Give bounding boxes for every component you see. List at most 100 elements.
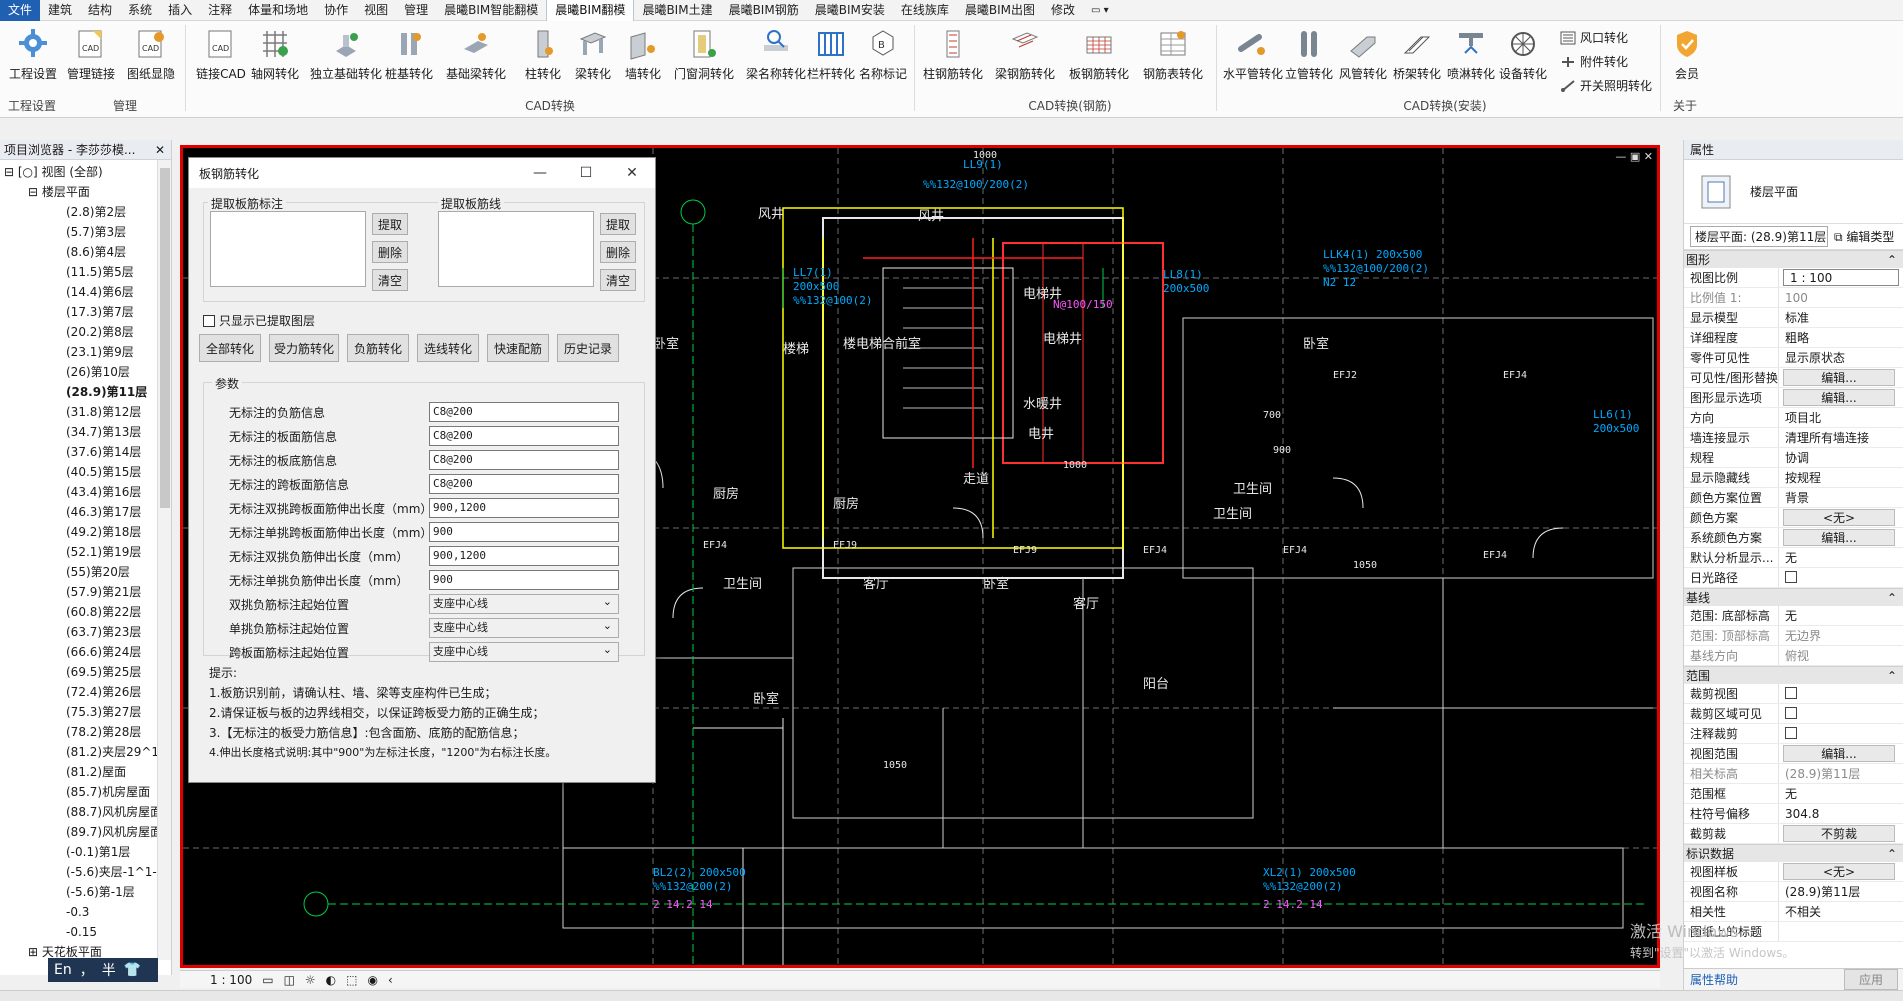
- menu-massing[interactable]: 体量和场地: [240, 0, 316, 21]
- browser-scrollbar[interactable]: [157, 160, 171, 960]
- property-value[interactable]: [1779, 568, 1903, 587]
- history-button[interactable]: 历史记录: [557, 334, 619, 362]
- tree-item-floor[interactable]: (57.9)第21层: [0, 582, 171, 602]
- tree-item-floor[interactable]: -0.3: [0, 902, 171, 922]
- beam-rebar-button[interactable]: 梁钢筋转化: [990, 27, 1060, 82]
- project-settings-button[interactable]: 工程设置: [2, 27, 64, 82]
- param-input[interactable]: 900: [429, 570, 619, 590]
- property-value[interactable]: 编辑...: [1783, 369, 1895, 386]
- isolated-foundation-button[interactable]: 独立基础转化: [306, 27, 386, 82]
- scale-value[interactable]: 1 : 100: [210, 973, 252, 987]
- property-value[interactable]: 编辑...: [1783, 745, 1895, 762]
- param-input[interactable]: 900: [429, 522, 619, 542]
- menu-bim-rebar[interactable]: 晨曦BIM钢筋: [721, 0, 807, 21]
- rebar-table-button[interactable]: 钢筋表转化: [1138, 27, 1208, 82]
- property-value[interactable]: <无>: [1783, 509, 1895, 526]
- tree-item-floor[interactable]: (5.7)第3层: [0, 222, 171, 242]
- visual-style-icon[interactable]: ◫: [284, 973, 295, 987]
- crop-icon[interactable]: ⬚: [346, 973, 357, 987]
- tree-item-floor[interactable]: (8.6)第4层: [0, 242, 171, 262]
- maximize-icon[interactable]: ☐: [563, 165, 609, 181]
- tree-item-floor[interactable]: (14.4)第6层: [0, 282, 171, 302]
- tree-item-floor[interactable]: (43.4)第16层: [0, 482, 171, 502]
- cad-toggle-button[interactable]: CAD 图纸显隐: [120, 27, 182, 82]
- property-checkbox[interactable]: [1785, 707, 1797, 719]
- property-checkbox[interactable]: [1785, 571, 1797, 583]
- tree-item-floor[interactable]: (2.8)第2层: [0, 202, 171, 222]
- menu-smart-modeling[interactable]: 晨曦BIM智能翻模: [436, 0, 546, 21]
- scroll-left-icon[interactable]: ‹: [388, 973, 393, 987]
- link-cad-button[interactable]: CAD 链接CAD: [190, 27, 252, 82]
- menu-bim-civil[interactable]: 晨曦BIM土建: [634, 0, 720, 21]
- tree-item-floor[interactable]: (81.2)夹层29^1: [0, 742, 171, 762]
- tree-item-floor[interactable]: (72.4)第26层: [0, 682, 171, 702]
- tree-item-floor[interactable]: (11.5)第5层: [0, 262, 171, 282]
- vertical-pipe-button[interactable]: 立管转化: [1278, 27, 1340, 82]
- cable-tray-button[interactable]: 桥架转化: [1386, 27, 1448, 82]
- menu-bim-modeling[interactable]: 晨曦BIM翻模: [546, 0, 635, 21]
- view-window-controls[interactable]: — ▣ ✕: [1615, 150, 1653, 163]
- close-icon[interactable]: ✕: [155, 140, 171, 159]
- shadows-icon[interactable]: ◐: [326, 973, 336, 987]
- tree-item-floor[interactable]: (52.1)第19层: [0, 542, 171, 562]
- pile-convert-button[interactable]: 桩基转化: [378, 27, 440, 82]
- switch-lighting-button[interactable]: 开关照明转化: [1560, 77, 1652, 94]
- door-window-button[interactable]: 门窗洞转化: [668, 27, 740, 82]
- menu-family-library[interactable]: 在线族库: [893, 0, 957, 21]
- tree-item-floor[interactable]: (81.2)屋面: [0, 762, 171, 782]
- column-rebar-button[interactable]: 柱钢筋转化: [918, 27, 988, 82]
- slab-rebar-button[interactable]: 板钢筋转化: [1064, 27, 1134, 82]
- mark-delete-button[interactable]: 删除: [372, 241, 408, 263]
- tree-item-floor[interactable]: (49.2)第18层: [0, 522, 171, 542]
- tree-item-floor[interactable]: (40.5)第15层: [0, 462, 171, 482]
- properties-help-link[interactable]: 属性帮助: [1690, 971, 1738, 988]
- manage-link-button[interactable]: CAD 管理链接: [60, 27, 122, 82]
- property-value[interactable]: [1779, 684, 1903, 703]
- accessory-convert-button[interactable]: 附件转化: [1560, 53, 1628, 70]
- tree-item-floor[interactable]: (46.3)第17层: [0, 502, 171, 522]
- duct-convert-button[interactable]: 风管转化: [1332, 27, 1394, 82]
- foundation-beam-button[interactable]: 基础梁转化: [440, 27, 512, 82]
- menu-systems[interactable]: 系统: [120, 0, 160, 21]
- param-select[interactable]: 支座中心线: [429, 641, 619, 662]
- properties-section-header[interactable]: 标识数据 ⌃: [1684, 844, 1903, 862]
- tree-item-floor[interactable]: (75.3)第27层: [0, 702, 171, 722]
- property-value[interactable]: 不剪裁: [1783, 825, 1895, 842]
- tree-item-floor[interactable]: (69.5)第25层: [0, 662, 171, 682]
- select-line-convert-button[interactable]: 选线转化: [417, 334, 479, 362]
- collapse-icon[interactable]: ⌃: [1887, 251, 1897, 268]
- quick-rebar-button[interactable]: 快速配筋: [487, 334, 549, 362]
- vent-convert-button[interactable]: 风口转化: [1560, 29, 1628, 46]
- wall-convert-button[interactable]: 墙转化: [612, 27, 674, 82]
- show-extracted-only-checkbox[interactable]: 只显示已提取图层: [203, 312, 315, 329]
- menu-view[interactable]: 视图: [356, 0, 396, 21]
- tree-item-floor[interactable]: (85.7)机房屋面: [0, 782, 171, 802]
- param-input[interactable]: 900,1200: [429, 498, 619, 518]
- tree-item-floor[interactable]: (66.6)第24层: [0, 642, 171, 662]
- apply-button[interactable]: 应用: [1843, 969, 1898, 990]
- collapse-icon[interactable]: ⌃: [1887, 667, 1897, 684]
- tree-item-floor[interactable]: (88.7)风机房屋面: [0, 802, 171, 822]
- collapse-icon[interactable]: ⌃: [1887, 589, 1897, 606]
- menu-insert[interactable]: 插入: [160, 0, 200, 21]
- tree-item-floor[interactable]: (78.2)第28层: [0, 722, 171, 742]
- name-tag-button[interactable]: B 名称标记: [852, 27, 914, 82]
- menu-architecture[interactable]: 建筑: [40, 0, 80, 21]
- property-checkbox[interactable]: [1785, 687, 1797, 699]
- edit-type-button[interactable]: ⧉ 编辑类型: [1834, 228, 1894, 245]
- tree-item-floor[interactable]: (55)第20层: [0, 562, 171, 582]
- tree-item-floor[interactable]: (37.6)第14层: [0, 442, 171, 462]
- quick-access-dropdown[interactable]: ▭ ▾: [1083, 0, 1117, 21]
- tree-item-floor[interactable]: (-0.1)第1层: [0, 842, 171, 862]
- properties-section-header[interactable]: 图形 ⌃: [1684, 250, 1903, 268]
- line-extract-button[interactable]: 提取: [600, 213, 636, 235]
- grid-convert-button[interactable]: 轴网转化: [244, 27, 306, 82]
- menu-annotate[interactable]: 注释: [200, 0, 240, 21]
- hide-icon[interactable]: ◉: [368, 973, 378, 987]
- tree-section-floor-plans[interactable]: ⊟ 楼层平面: [0, 182, 171, 202]
- minimize-icon[interactable]: —: [517, 165, 563, 181]
- param-input[interactable]: C8@200: [429, 474, 619, 494]
- menu-bim-drawing[interactable]: 晨曦BIM出图: [957, 0, 1043, 21]
- line-delete-button[interactable]: 删除: [600, 241, 636, 263]
- stress-rebar-convert-button[interactable]: 受力筋转化: [269, 334, 339, 362]
